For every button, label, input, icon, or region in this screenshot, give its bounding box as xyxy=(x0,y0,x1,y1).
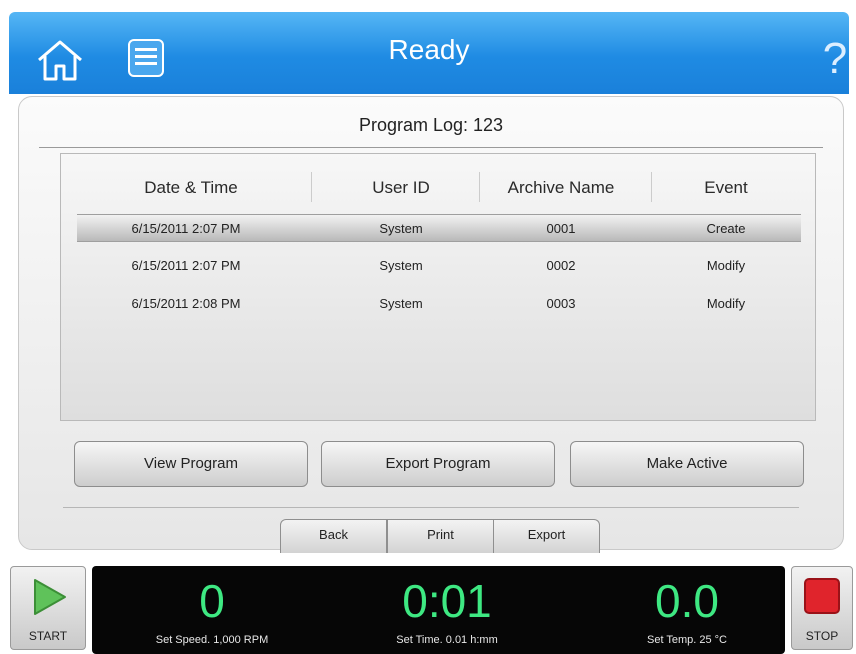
program-log-panel: Program Log: 123 Date & Time User ID Arc… xyxy=(18,96,844,553)
header-separator xyxy=(479,172,480,202)
cell-event: Modify xyxy=(706,258,746,273)
status-title: Ready xyxy=(388,34,470,65)
column-header-archive-name[interactable]: Archive Name xyxy=(486,178,636,198)
cell-user-id: System xyxy=(379,258,423,273)
column-header-user-id[interactable]: User ID xyxy=(336,178,466,198)
log-table: Date & Time User ID Archive Name Event 6… xyxy=(60,153,816,421)
back-button[interactable]: Back xyxy=(280,519,387,553)
play-icon xyxy=(34,579,66,615)
cell-date-time: 6/15/2011 2:08 PM xyxy=(131,296,241,311)
cell-event: Create xyxy=(706,221,746,236)
header-separator xyxy=(311,172,312,202)
cell-user-id: System xyxy=(379,296,423,311)
speed-value: 0 xyxy=(199,575,225,627)
cell-event: Modify xyxy=(706,296,746,311)
cell-user-id: System xyxy=(379,221,423,236)
column-header-event[interactable]: Event xyxy=(661,178,791,198)
header-separator xyxy=(651,172,652,202)
print-button[interactable]: Print xyxy=(387,519,494,553)
status-readout: 0 Set Speed. 1,000 RPM 0:01 Set Time. 0.… xyxy=(92,566,785,654)
cell-archive-name: 0003 xyxy=(546,296,576,311)
column-header-date-time[interactable]: Date & Time xyxy=(121,178,261,198)
cell-archive-name: 0001 xyxy=(546,221,576,236)
make-active-button[interactable]: Make Active xyxy=(570,441,804,487)
table-row[interactable]: 6/15/2011 2:08 PM System 0003 Modify xyxy=(77,290,801,316)
export-button[interactable]: Export xyxy=(493,519,600,553)
set-speed-label: Set Speed. 1,000 RPM xyxy=(155,634,269,646)
export-program-button[interactable]: Export Program xyxy=(321,441,555,487)
bottom-divider xyxy=(63,507,799,508)
header-bar: Ready ? xyxy=(9,12,849,94)
time-value: 0:01 xyxy=(402,575,492,627)
cell-date-time: 6/15/2011 2:07 PM xyxy=(131,258,241,273)
title-divider xyxy=(39,147,823,148)
help-button[interactable]: ? xyxy=(819,34,851,84)
stop-label: STOP xyxy=(805,629,839,643)
stop-icon xyxy=(804,578,840,614)
temp-value: 0.0 xyxy=(655,575,719,627)
set-time-label: Set Time. 0.01 h:mm xyxy=(396,634,498,646)
cell-date-time: 6/15/2011 2:07 PM xyxy=(131,221,241,236)
view-program-button[interactable]: View Program xyxy=(74,441,308,487)
set-temp-label: Set Temp. 25 °C xyxy=(646,634,727,646)
start-button[interactable]: START xyxy=(10,566,86,650)
cell-archive-name: 0002 xyxy=(546,258,576,273)
panel-title: Program Log: 123 xyxy=(358,115,504,135)
table-row[interactable]: 6/15/2011 2:07 PM System 0001 Create xyxy=(77,214,801,242)
stop-button[interactable]: STOP xyxy=(791,566,853,650)
table-row[interactable]: 6/15/2011 2:07 PM System 0002 Modify xyxy=(77,252,801,278)
start-label: START xyxy=(28,629,68,643)
